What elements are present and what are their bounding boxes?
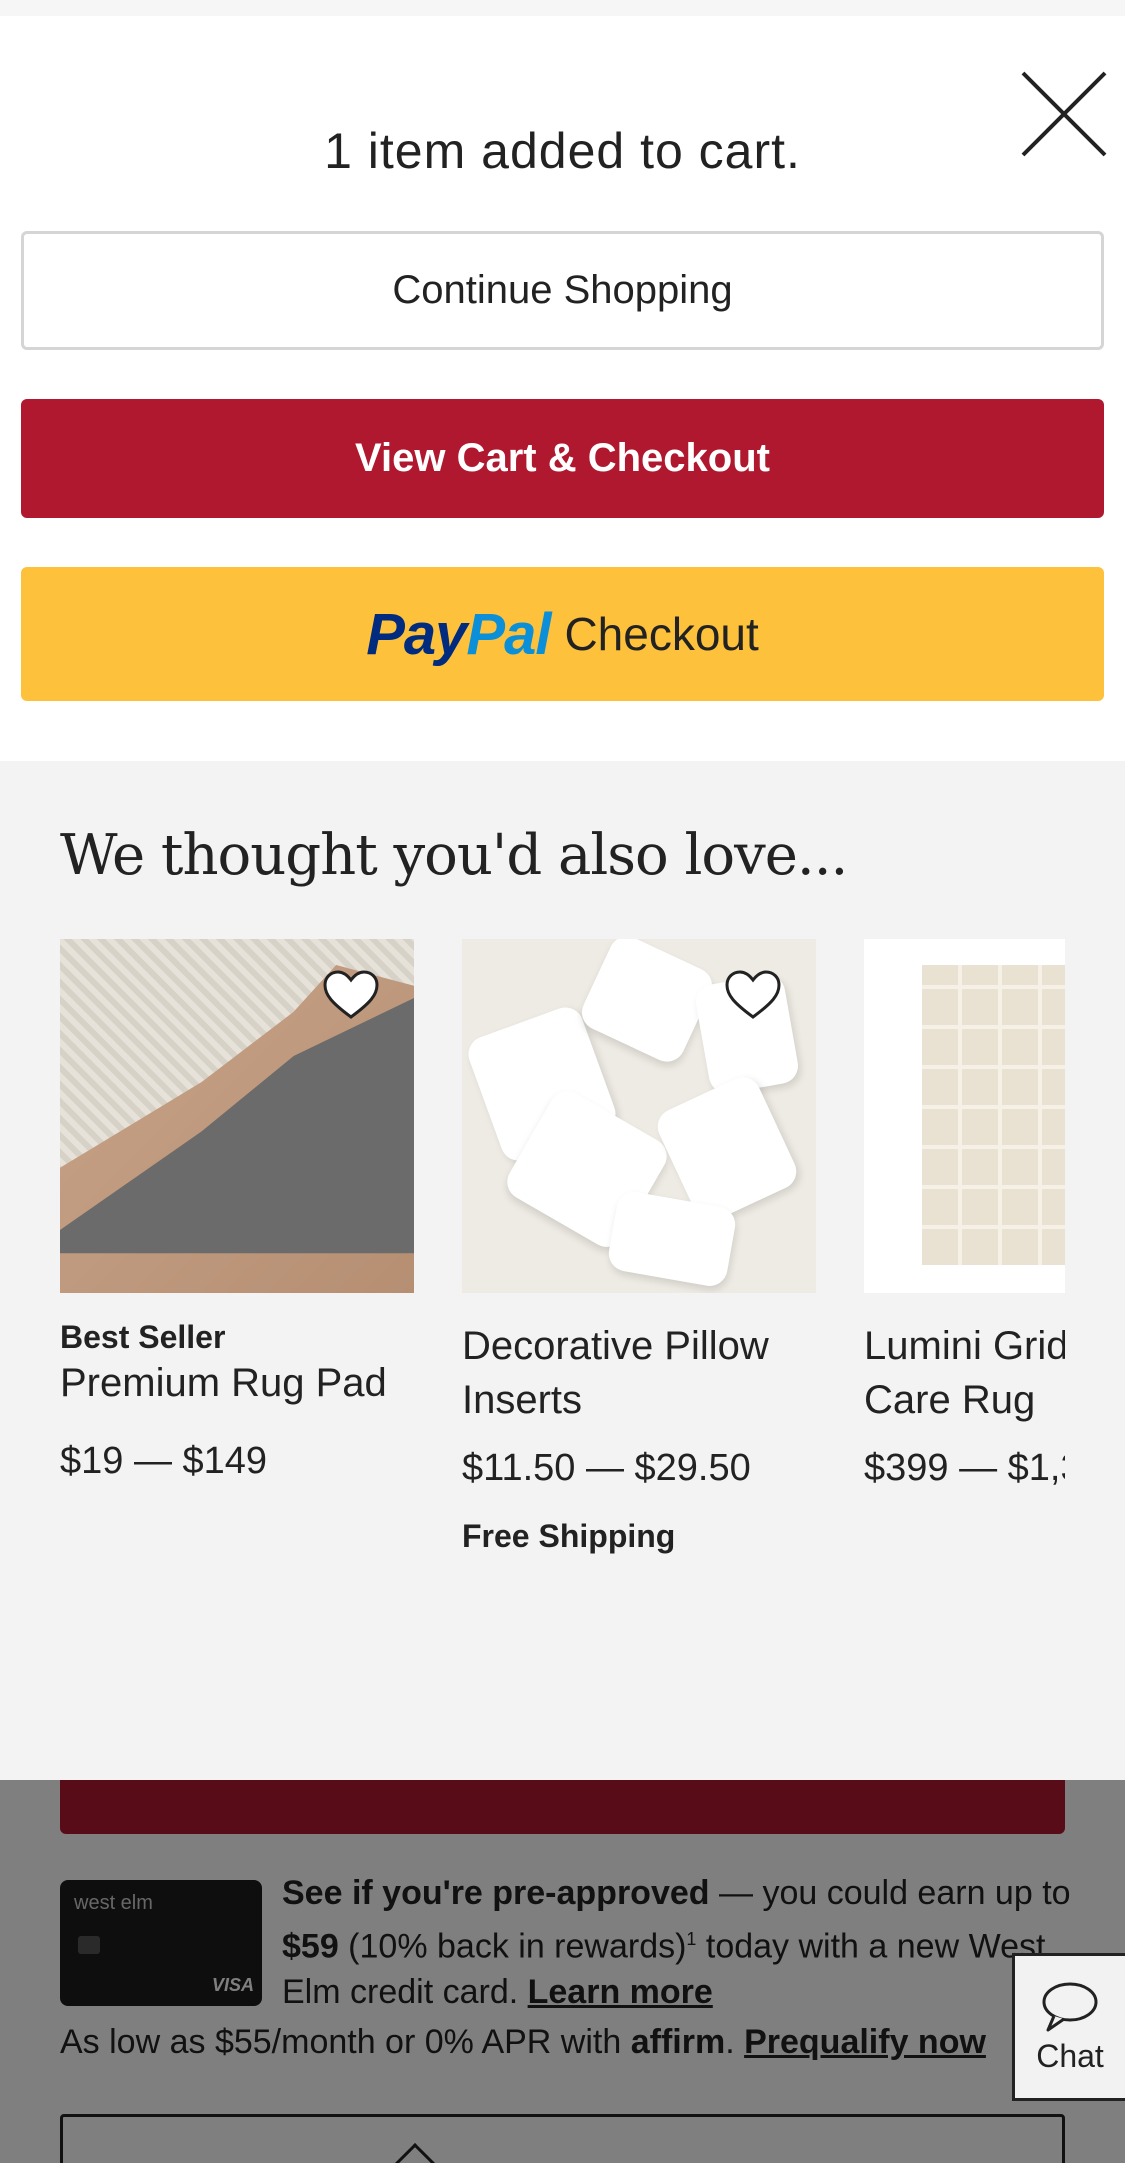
product-name[interactable]: Premium Rug Pad xyxy=(60,1356,414,1410)
view-cart-checkout-button[interactable]: View Cart & Checkout xyxy=(21,399,1104,518)
paypal-checkout-label: Checkout xyxy=(564,608,759,660)
product-carousel[interactable]: Best Seller Premium Rug Pad $19 — $149 D… xyxy=(60,939,1065,1639)
paypal-checkout-button[interactable]: PayPal Checkout xyxy=(21,567,1104,701)
chat-label: Chat xyxy=(1036,2037,1104,2074)
product-image[interactable] xyxy=(462,939,816,1293)
paypal-logo: PayPal xyxy=(366,601,551,668)
heart-icon[interactable] xyxy=(724,969,782,1021)
product-image[interactable] xyxy=(60,939,414,1293)
grid-rug-graphic xyxy=(922,965,1065,1265)
product-badge: Best Seller xyxy=(60,1319,226,1355)
product-card[interactable]: Decorative Pillow Inserts $11.50 — $29.5… xyxy=(462,939,816,1555)
product-image[interactable] xyxy=(864,939,1065,1293)
paypal-logo-pal: Pal xyxy=(466,601,551,667)
continue-shopping-button[interactable]: Continue Shopping xyxy=(21,231,1104,350)
added-to-cart-modal: 1 item added to cart. Continue Shopping … xyxy=(0,16,1125,1780)
heart-icon[interactable] xyxy=(322,969,380,1021)
paypal-logo-pay: Pay xyxy=(366,601,467,667)
recommendations-section: We thought you'd also love... Best Selle… xyxy=(0,761,1125,1780)
product-card[interactable]: Lumini Grid Care Rug $399 — $1,3 xyxy=(864,939,1065,1490)
product-name[interactable]: Lumini Grid Care Rug xyxy=(864,1319,1065,1427)
chat-button[interactable]: Chat xyxy=(1012,1953,1125,2101)
product-price: $19 — $149 xyxy=(60,1440,268,1482)
modal-backdrop[interactable] xyxy=(0,1780,1125,2163)
product-name[interactable]: Decorative Pillow Inserts xyxy=(462,1319,816,1427)
product-price: $399 — $1,3 xyxy=(864,1447,1065,1489)
product-price: $11.50 — $29.50 xyxy=(462,1447,751,1489)
recommendations-heading: We thought you'd also love... xyxy=(60,823,848,888)
chat-bubble-icon xyxy=(1042,1982,1098,2031)
product-card[interactable]: Best Seller Premium Rug Pad $19 — $149 xyxy=(60,939,414,1483)
free-shipping-label: Free Shipping xyxy=(462,1518,676,1554)
modal-title: 1 item added to cart. xyxy=(324,123,801,179)
